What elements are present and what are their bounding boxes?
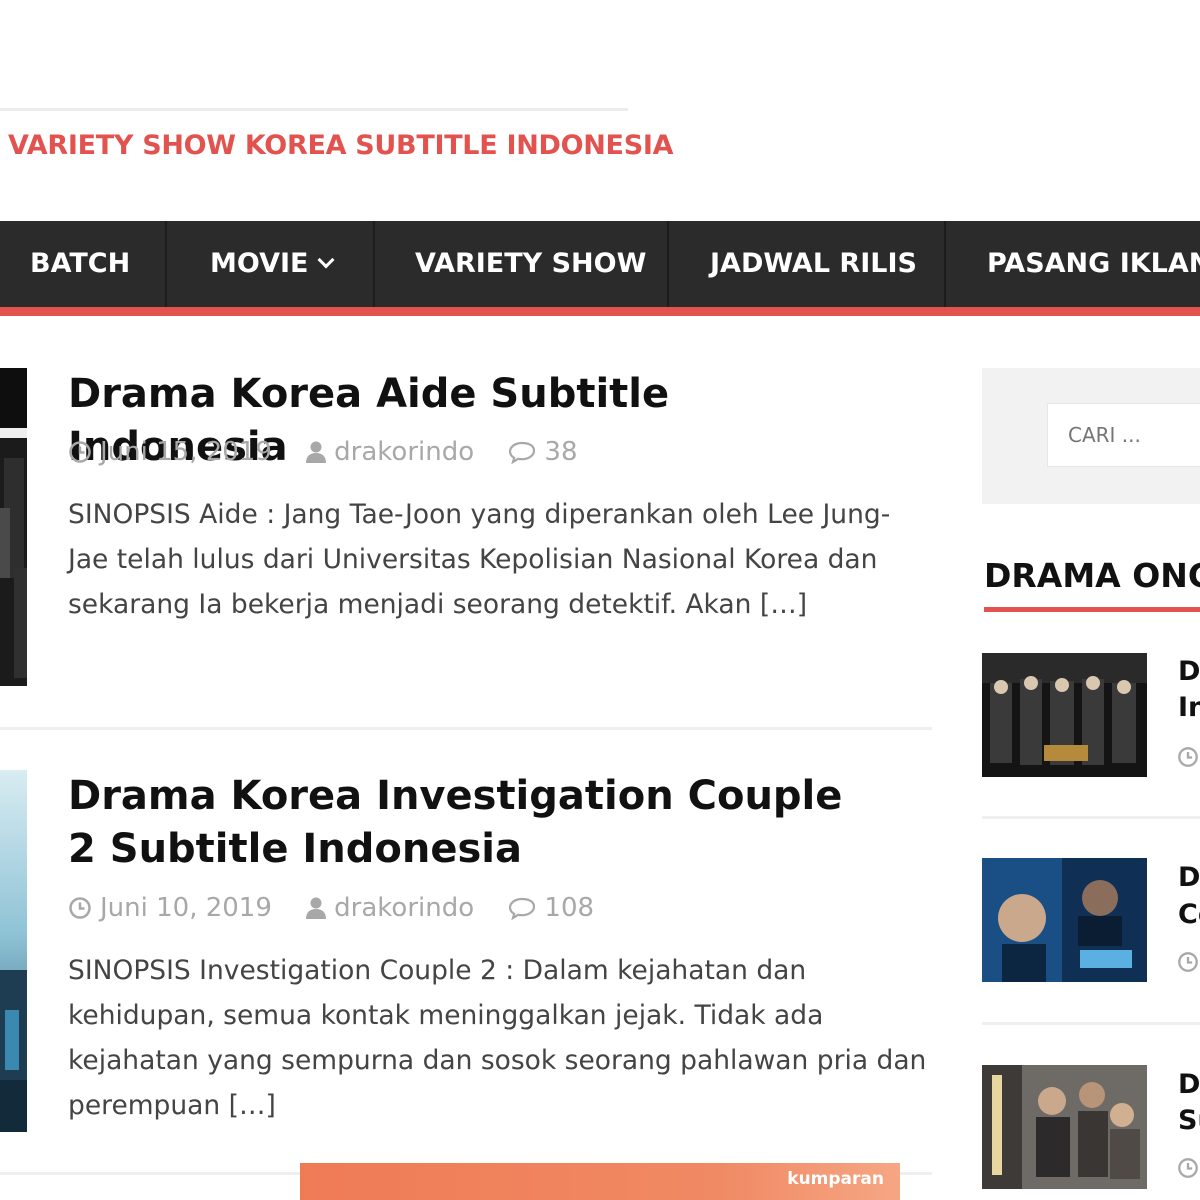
sidebar-divider (982, 1022, 1200, 1025)
main-nav: BATCH MOVIE VARIETY SHOW JADWAL RILIS PA… (0, 221, 1200, 307)
post-meta: Juni 10, 2019 drakorindo 108 (68, 893, 620, 927)
post-divider (0, 727, 932, 730)
comment-icon (509, 897, 536, 920)
post-date: Juni 10, 2019 (68, 893, 272, 923)
sidebar-thumbnail-image (982, 1065, 1147, 1189)
post-excerpt: SINOPSIS Aide : Jang Tae-Joon yang diper… (68, 499, 891, 620)
sidebar-item-title-line2[interactable]: Su (1178, 1105, 1200, 1136)
sidebar-item-title-line1[interactable]: D (1178, 1069, 1200, 1100)
post-thumbnail[interactable] (0, 368, 27, 686)
user-icon (306, 441, 327, 463)
comment-icon (509, 441, 536, 464)
sidebar-divider (982, 816, 1200, 819)
user-icon (306, 897, 327, 919)
post-meta: Juni 15, 2019 drakorindo 38 (68, 437, 604, 471)
nav-item-batch[interactable]: BATCH (30, 221, 130, 307)
post-comments[interactable]: 108 (508, 893, 594, 923)
ad-banner[interactable]: kumparan (300, 1163, 900, 1200)
sidebar-item-thumbnail[interactable] (982, 653, 1147, 777)
post-date-text: Juni 10, 2019 (100, 893, 272, 923)
widget-title-underline (984, 607, 1200, 612)
post-title[interactable]: Drama Korea Investigation Couple 2 Subti… (68, 770, 868, 876)
clock-icon (69, 441, 91, 463)
post-date-text: Juni 15, 2019 (100, 437, 272, 467)
nav-separator (165, 221, 167, 307)
sidebar-item-thumbnail[interactable] (982, 858, 1147, 982)
chevron-down-icon (317, 251, 335, 269)
clock-icon (1178, 1158, 1198, 1178)
post-author[interactable]: drakorindo (306, 437, 474, 467)
nav-separator (944, 221, 946, 307)
nav-item-movie[interactable]: MOVIE (210, 221, 335, 307)
widget-title: DRAMA ONGO (984, 556, 1200, 595)
clock-icon (1178, 952, 1198, 972)
clock-icon (69, 897, 91, 919)
post-thumbnail-image (0, 368, 27, 686)
post-thumbnail-image (0, 770, 27, 1132)
sidebar-item-title-line2[interactable]: In (1178, 692, 1200, 723)
post-author-text: drakorindo (334, 437, 475, 467)
ad-brand-logo: kumparan (787, 1169, 884, 1189)
nav-item-variety-show[interactable]: VARIETY SHOW (415, 221, 646, 307)
post-author-text: drakorindo (334, 893, 475, 923)
post-author[interactable]: drakorindo (306, 893, 474, 923)
nav-item-jadwal-rilis[interactable]: JADWAL RILIS (710, 221, 917, 307)
nav-item-movie-label: MOVIE (210, 248, 309, 279)
sidebar-item-thumbnail[interactable] (982, 1065, 1147, 1189)
post-date: Juni 15, 2019 (68, 437, 272, 467)
post-comments-count: 38 (544, 437, 578, 467)
post-comments-count: 108 (544, 893, 595, 923)
nav-accent-bar (0, 307, 1200, 316)
header-top-rule (0, 108, 628, 111)
nav-item-pasang-iklan[interactable]: PASANG IKLAN (987, 221, 1200, 307)
nav-separator (373, 221, 375, 307)
site-tagline: VARIETY SHOW KOREA SUBTITLE INDONESIA (8, 130, 674, 161)
sidebar-item-title-line1[interactable]: D (1178, 862, 1200, 893)
sidebar-thumbnail-image (982, 653, 1147, 777)
search-input[interactable] (1047, 403, 1200, 467)
nav-separator (667, 221, 669, 307)
post-thumbnail[interactable] (0, 770, 27, 1132)
clock-icon (1178, 747, 1198, 767)
sidebar-thumbnail-image (982, 858, 1147, 982)
post-excerpt: SINOPSIS Investigation Couple 2 : Dalam … (68, 955, 927, 1121)
sidebar-item-title-line2[interactable]: Co (1178, 899, 1200, 930)
sidebar-item-title-line1[interactable]: D (1178, 656, 1200, 687)
post-comments[interactable]: 38 (508, 437, 578, 467)
